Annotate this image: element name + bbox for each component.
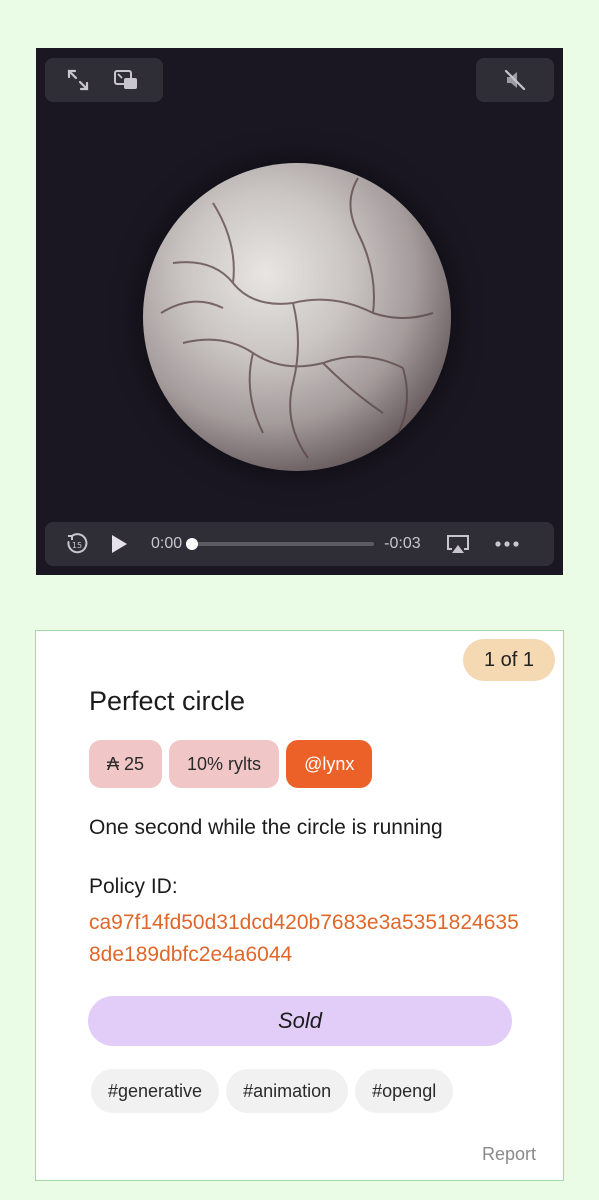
nft-title: Perfect circle: [89, 686, 246, 716]
airplay-icon[interactable]: [445, 533, 471, 555]
nft-description: One second while the circle is running: [89, 816, 443, 839]
artist-link[interactable]: @lynx: [286, 740, 373, 788]
video-frame-sphere: [143, 163, 451, 471]
remaining-time: -0:03: [384, 535, 421, 552]
more-options-icon[interactable]: [495, 541, 519, 547]
price-pill: ₳ 25: [89, 740, 163, 788]
progress-scrubber[interactable]: [186, 538, 375, 550]
meta-pills: ₳ 25 10% rylts @lynx: [89, 740, 373, 788]
tag-list: #generative #animation #opengl: [91, 1069, 454, 1113]
edition-badge: 1 of 1: [462, 639, 555, 681]
report-link[interactable]: Report: [482, 1144, 536, 1165]
royalties-pill: 10% rylts: [169, 740, 280, 788]
tag-generative[interactable]: #generative: [91, 1069, 220, 1113]
picture-in-picture-icon[interactable]: [113, 67, 139, 93]
top-right-controls: [476, 58, 554, 102]
sold-status-button[interactable]: Sold: [88, 996, 512, 1046]
video-player[interactable]: 15 0:00 -0:03: [36, 48, 563, 575]
nft-info-card: 1 of 1 Perfect circle ₳ 25 10% rylts @ly…: [35, 630, 564, 1181]
fullscreen-icon[interactable]: [65, 67, 91, 93]
tag-opengl[interactable]: #opengl: [355, 1069, 454, 1113]
top-left-controls: [45, 58, 163, 102]
tag-animation[interactable]: #animation: [226, 1069, 349, 1113]
skip-back-15-icon[interactable]: 15: [65, 532, 89, 556]
policy-label: Policy ID:: [89, 875, 178, 898]
mute-icon[interactable]: [502, 67, 528, 93]
policy-id[interactable]: ca97f14fd50d31dcd420b7683e3a53518246358d…: [89, 907, 519, 971]
current-time: 0:00: [151, 535, 183, 552]
playback-controls: 15 0:00 -0:03: [45, 522, 554, 566]
svg-text:15: 15: [72, 541, 82, 550]
scrubber-knob[interactable]: [186, 538, 199, 550]
play-icon[interactable]: [109, 533, 129, 555]
